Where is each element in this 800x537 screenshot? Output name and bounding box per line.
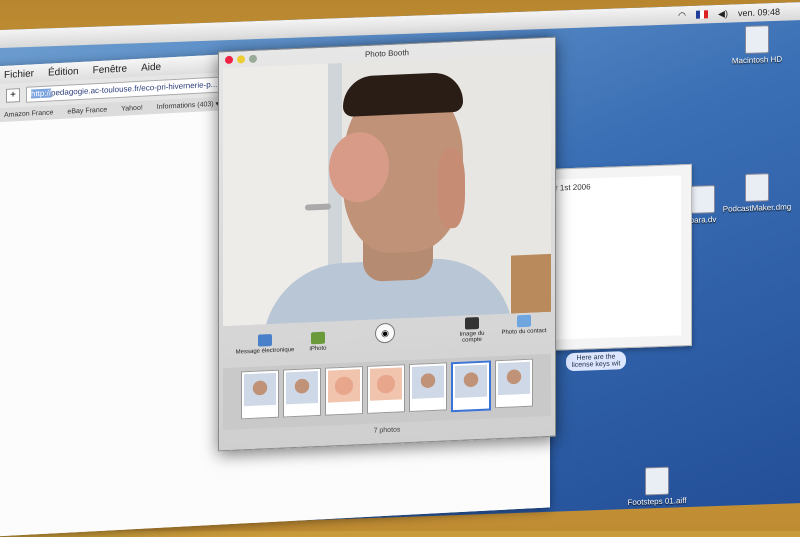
photobooth-window[interactable]: Photo Booth Message électronique iPhoto … bbox=[218, 36, 556, 452]
volume-icon[interactable]: ◀) bbox=[718, 8, 728, 19]
photo-thumbnail[interactable] bbox=[283, 367, 321, 418]
wifi-icon[interactable]: ◠ bbox=[678, 10, 686, 21]
iphoto-icon bbox=[311, 331, 325, 345]
minimize-icon[interactable] bbox=[237, 55, 245, 64]
photo-thumbnail[interactable] bbox=[325, 366, 363, 416]
contact-icon bbox=[517, 314, 531, 328]
license-note[interactable]: Here are the license keys wit bbox=[566, 351, 626, 372]
photo-thumbnail[interactable] bbox=[241, 369, 279, 420]
add-bookmark-button[interactable]: + bbox=[6, 88, 20, 103]
thumbnail-strip bbox=[223, 353, 551, 431]
close-icon[interactable] bbox=[225, 55, 233, 65]
photo-thumbnail-selected[interactable] bbox=[451, 360, 491, 413]
zoom-icon[interactable] bbox=[249, 54, 257, 64]
contact-photo-button[interactable]: Photo du contact bbox=[499, 314, 549, 336]
desktop-icon-footsteps[interactable]: Footsteps 01.aiff bbox=[622, 466, 692, 507]
iphoto-button[interactable]: iPhoto bbox=[303, 331, 333, 352]
photo-thumbnail[interactable] bbox=[495, 358, 533, 409]
url-prefix: http:// bbox=[31, 88, 52, 99]
email-button[interactable]: Message électronique bbox=[235, 333, 295, 356]
bookmark-informations[interactable]: Informations (403) ▾ bbox=[157, 100, 219, 111]
menu-aide[interactable]: Aide bbox=[141, 61, 161, 73]
photo-thumbnail[interactable] bbox=[409, 362, 447, 413]
bookmark-ebay[interactable]: eBay France bbox=[67, 106, 107, 115]
bookmark-yahoo[interactable]: Yahoo! bbox=[121, 104, 143, 112]
audio-file-icon bbox=[645, 466, 669, 496]
account-picture-button[interactable]: Image du compte bbox=[449, 316, 495, 344]
people-icon bbox=[465, 316, 479, 330]
menu-fichier[interactable]: Fichier bbox=[4, 68, 34, 81]
camera-preview bbox=[223, 53, 551, 327]
clock[interactable]: ven. 09:48 bbox=[738, 7, 780, 18]
bookmark-amazon[interactable]: Amazon France bbox=[4, 109, 53, 119]
door-handle bbox=[305, 203, 331, 211]
text-window-content[interactable]: r 1st 2006 bbox=[551, 175, 681, 340]
menu-edition[interactable]: Édition bbox=[48, 66, 79, 79]
hard-drive-icon bbox=[745, 25, 769, 54]
mail-icon bbox=[258, 334, 272, 347]
text-window[interactable]: r 1st 2006 bbox=[540, 163, 692, 352]
url-path: pedagogie.ac-toulouse.fr/eco-pri-hiverne… bbox=[51, 79, 218, 98]
camera-icon: ◉ bbox=[381, 327, 389, 339]
camera-shutter-button[interactable]: ◉ bbox=[375, 322, 395, 344]
menu-fenetre[interactable]: Fenêtre bbox=[93, 63, 127, 76]
desktop-icon-macintosh-hd[interactable]: Macintosh HD bbox=[722, 24, 792, 65]
video-file-icon bbox=[691, 185, 715, 214]
disk-image-icon bbox=[745, 173, 769, 202]
photo-thumbnail[interactable] bbox=[367, 364, 405, 414]
flag-icon[interactable] bbox=[696, 10, 709, 19]
desktop-icon-podcastmaker[interactable]: PodcastMaker.dmg bbox=[722, 172, 792, 214]
